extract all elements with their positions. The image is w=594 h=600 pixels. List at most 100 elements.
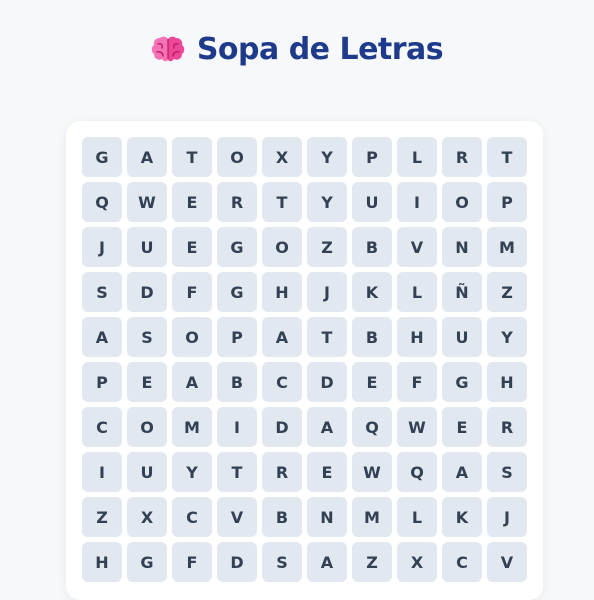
letter-cell[interactable]: I — [217, 407, 257, 447]
letter-cell[interactable]: A — [172, 362, 212, 402]
letter-cell[interactable]: C — [262, 362, 302, 402]
letter-cell[interactable]: P — [487, 182, 527, 222]
letter-cell[interactable]: L — [397, 497, 437, 537]
letter-cell[interactable]: A — [127, 137, 167, 177]
letter-cell[interactable]: J — [307, 272, 347, 312]
letter-cell[interactable]: M — [487, 227, 527, 267]
letter-cell[interactable]: T — [262, 182, 302, 222]
letter-cell[interactable]: R — [262, 452, 302, 492]
letter-cell[interactable]: F — [397, 362, 437, 402]
letter-cell[interactable]: S — [82, 272, 122, 312]
letter-cell[interactable]: G — [217, 272, 257, 312]
letter-cell[interactable]: W — [397, 407, 437, 447]
letter-cell[interactable]: Q — [352, 407, 392, 447]
letter-cell[interactable]: A — [82, 317, 122, 357]
letter-cell[interactable]: Z — [487, 272, 527, 312]
letter-cell[interactable]: P — [352, 137, 392, 177]
letter-cell[interactable]: F — [172, 542, 212, 582]
letter-cell[interactable]: U — [352, 182, 392, 222]
letter-cell[interactable]: E — [172, 227, 212, 267]
letter-cell[interactable]: O — [217, 137, 257, 177]
letter-cell[interactable]: E — [352, 362, 392, 402]
letter-cell[interactable]: P — [217, 317, 257, 357]
letter-cell[interactable]: T — [217, 452, 257, 492]
letter-cell[interactable]: U — [127, 452, 167, 492]
letter-cell[interactable]: Y — [487, 317, 527, 357]
letter-cell[interactable]: O — [442, 182, 482, 222]
letter-cell[interactable]: F — [172, 272, 212, 312]
letter-cell[interactable]: X — [262, 137, 302, 177]
letter-cell[interactable]: R — [487, 407, 527, 447]
letter-cell[interactable]: B — [217, 362, 257, 402]
letter-cell[interactable]: D — [217, 542, 257, 582]
letter-cell[interactable]: Z — [82, 497, 122, 537]
letter-cell[interactable]: Y — [307, 137, 347, 177]
letter-cell[interactable]: X — [127, 497, 167, 537]
letter-cell[interactable]: L — [397, 137, 437, 177]
letter-cell[interactable]: H — [82, 542, 122, 582]
letter-cell[interactable]: I — [82, 452, 122, 492]
letter-cell[interactable]: G — [217, 227, 257, 267]
letter-cell[interactable]: U — [442, 317, 482, 357]
letter-cell[interactable]: O — [127, 407, 167, 447]
letter-cell[interactable]: W — [352, 452, 392, 492]
letter-cell[interactable]: M — [172, 407, 212, 447]
letter-cell[interactable]: I — [397, 182, 437, 222]
letter-cell[interactable]: Y — [307, 182, 347, 222]
letter-cell[interactable]: Z — [352, 542, 392, 582]
letter-cell[interactable]: M — [352, 497, 392, 537]
letter-cell[interactable]: D — [127, 272, 167, 312]
letter-cell[interactable]: O — [172, 317, 212, 357]
letter-cell[interactable]: Q — [82, 182, 122, 222]
letter-cell[interactable]: J — [487, 497, 527, 537]
letter-cell[interactable]: C — [82, 407, 122, 447]
letter-cell[interactable]: W — [127, 182, 167, 222]
letter-cell[interactable]: T — [307, 317, 347, 357]
letter-cell[interactable]: J — [82, 227, 122, 267]
letter-cell[interactable]: G — [127, 542, 167, 582]
letter-cell[interactable]: H — [487, 362, 527, 402]
letter-cell[interactable]: B — [352, 317, 392, 357]
letter-cell[interactable]: V — [487, 542, 527, 582]
letter-cell[interactable]: A — [262, 317, 302, 357]
letter-cell[interactable]: E — [307, 452, 347, 492]
letter-cell[interactable]: K — [442, 497, 482, 537]
letter-cell[interactable]: V — [397, 227, 437, 267]
letter-cell[interactable]: B — [262, 497, 302, 537]
letter-cell[interactable]: O — [262, 227, 302, 267]
letter-cell[interactable]: S — [487, 452, 527, 492]
letter-cell[interactable]: C — [172, 497, 212, 537]
letter-cell[interactable]: K — [352, 272, 392, 312]
letter-cell[interactable]: C — [442, 542, 482, 582]
letter-cell[interactable]: N — [307, 497, 347, 537]
letter-cell[interactable]: S — [262, 542, 302, 582]
letter-cell[interactable]: T — [172, 137, 212, 177]
letter-cell[interactable]: Ñ — [442, 272, 482, 312]
letter-cell[interactable]: P — [82, 362, 122, 402]
letter-cell[interactable]: A — [307, 407, 347, 447]
letter-cell[interactable]: H — [397, 317, 437, 357]
letter-cell[interactable]: A — [442, 452, 482, 492]
letter-cell[interactable]: G — [82, 137, 122, 177]
letter-cell[interactable]: A — [307, 542, 347, 582]
letter-cell[interactable]: V — [217, 497, 257, 537]
letter-cell[interactable]: R — [442, 137, 482, 177]
letter-cell[interactable]: D — [262, 407, 302, 447]
letter-cell[interactable]: B — [352, 227, 392, 267]
letter-cell[interactable]: S — [127, 317, 167, 357]
letter-cell[interactable]: R — [217, 182, 257, 222]
letter-cell[interactable]: Q — [397, 452, 437, 492]
letter-cell[interactable]: N — [442, 227, 482, 267]
letter-cell[interactable]: H — [262, 272, 302, 312]
letter-cell[interactable]: G — [442, 362, 482, 402]
letter-cell[interactable]: L — [397, 272, 437, 312]
letter-cell[interactable]: Y — [172, 452, 212, 492]
letter-cell[interactable]: D — [307, 362, 347, 402]
letter-cell[interactable]: E — [172, 182, 212, 222]
letter-cell[interactable]: E — [442, 407, 482, 447]
letter-cell[interactable]: E — [127, 362, 167, 402]
letter-cell[interactable]: X — [397, 542, 437, 582]
letter-cell[interactable]: T — [487, 137, 527, 177]
letter-cell[interactable]: U — [127, 227, 167, 267]
letter-cell[interactable]: Z — [307, 227, 347, 267]
